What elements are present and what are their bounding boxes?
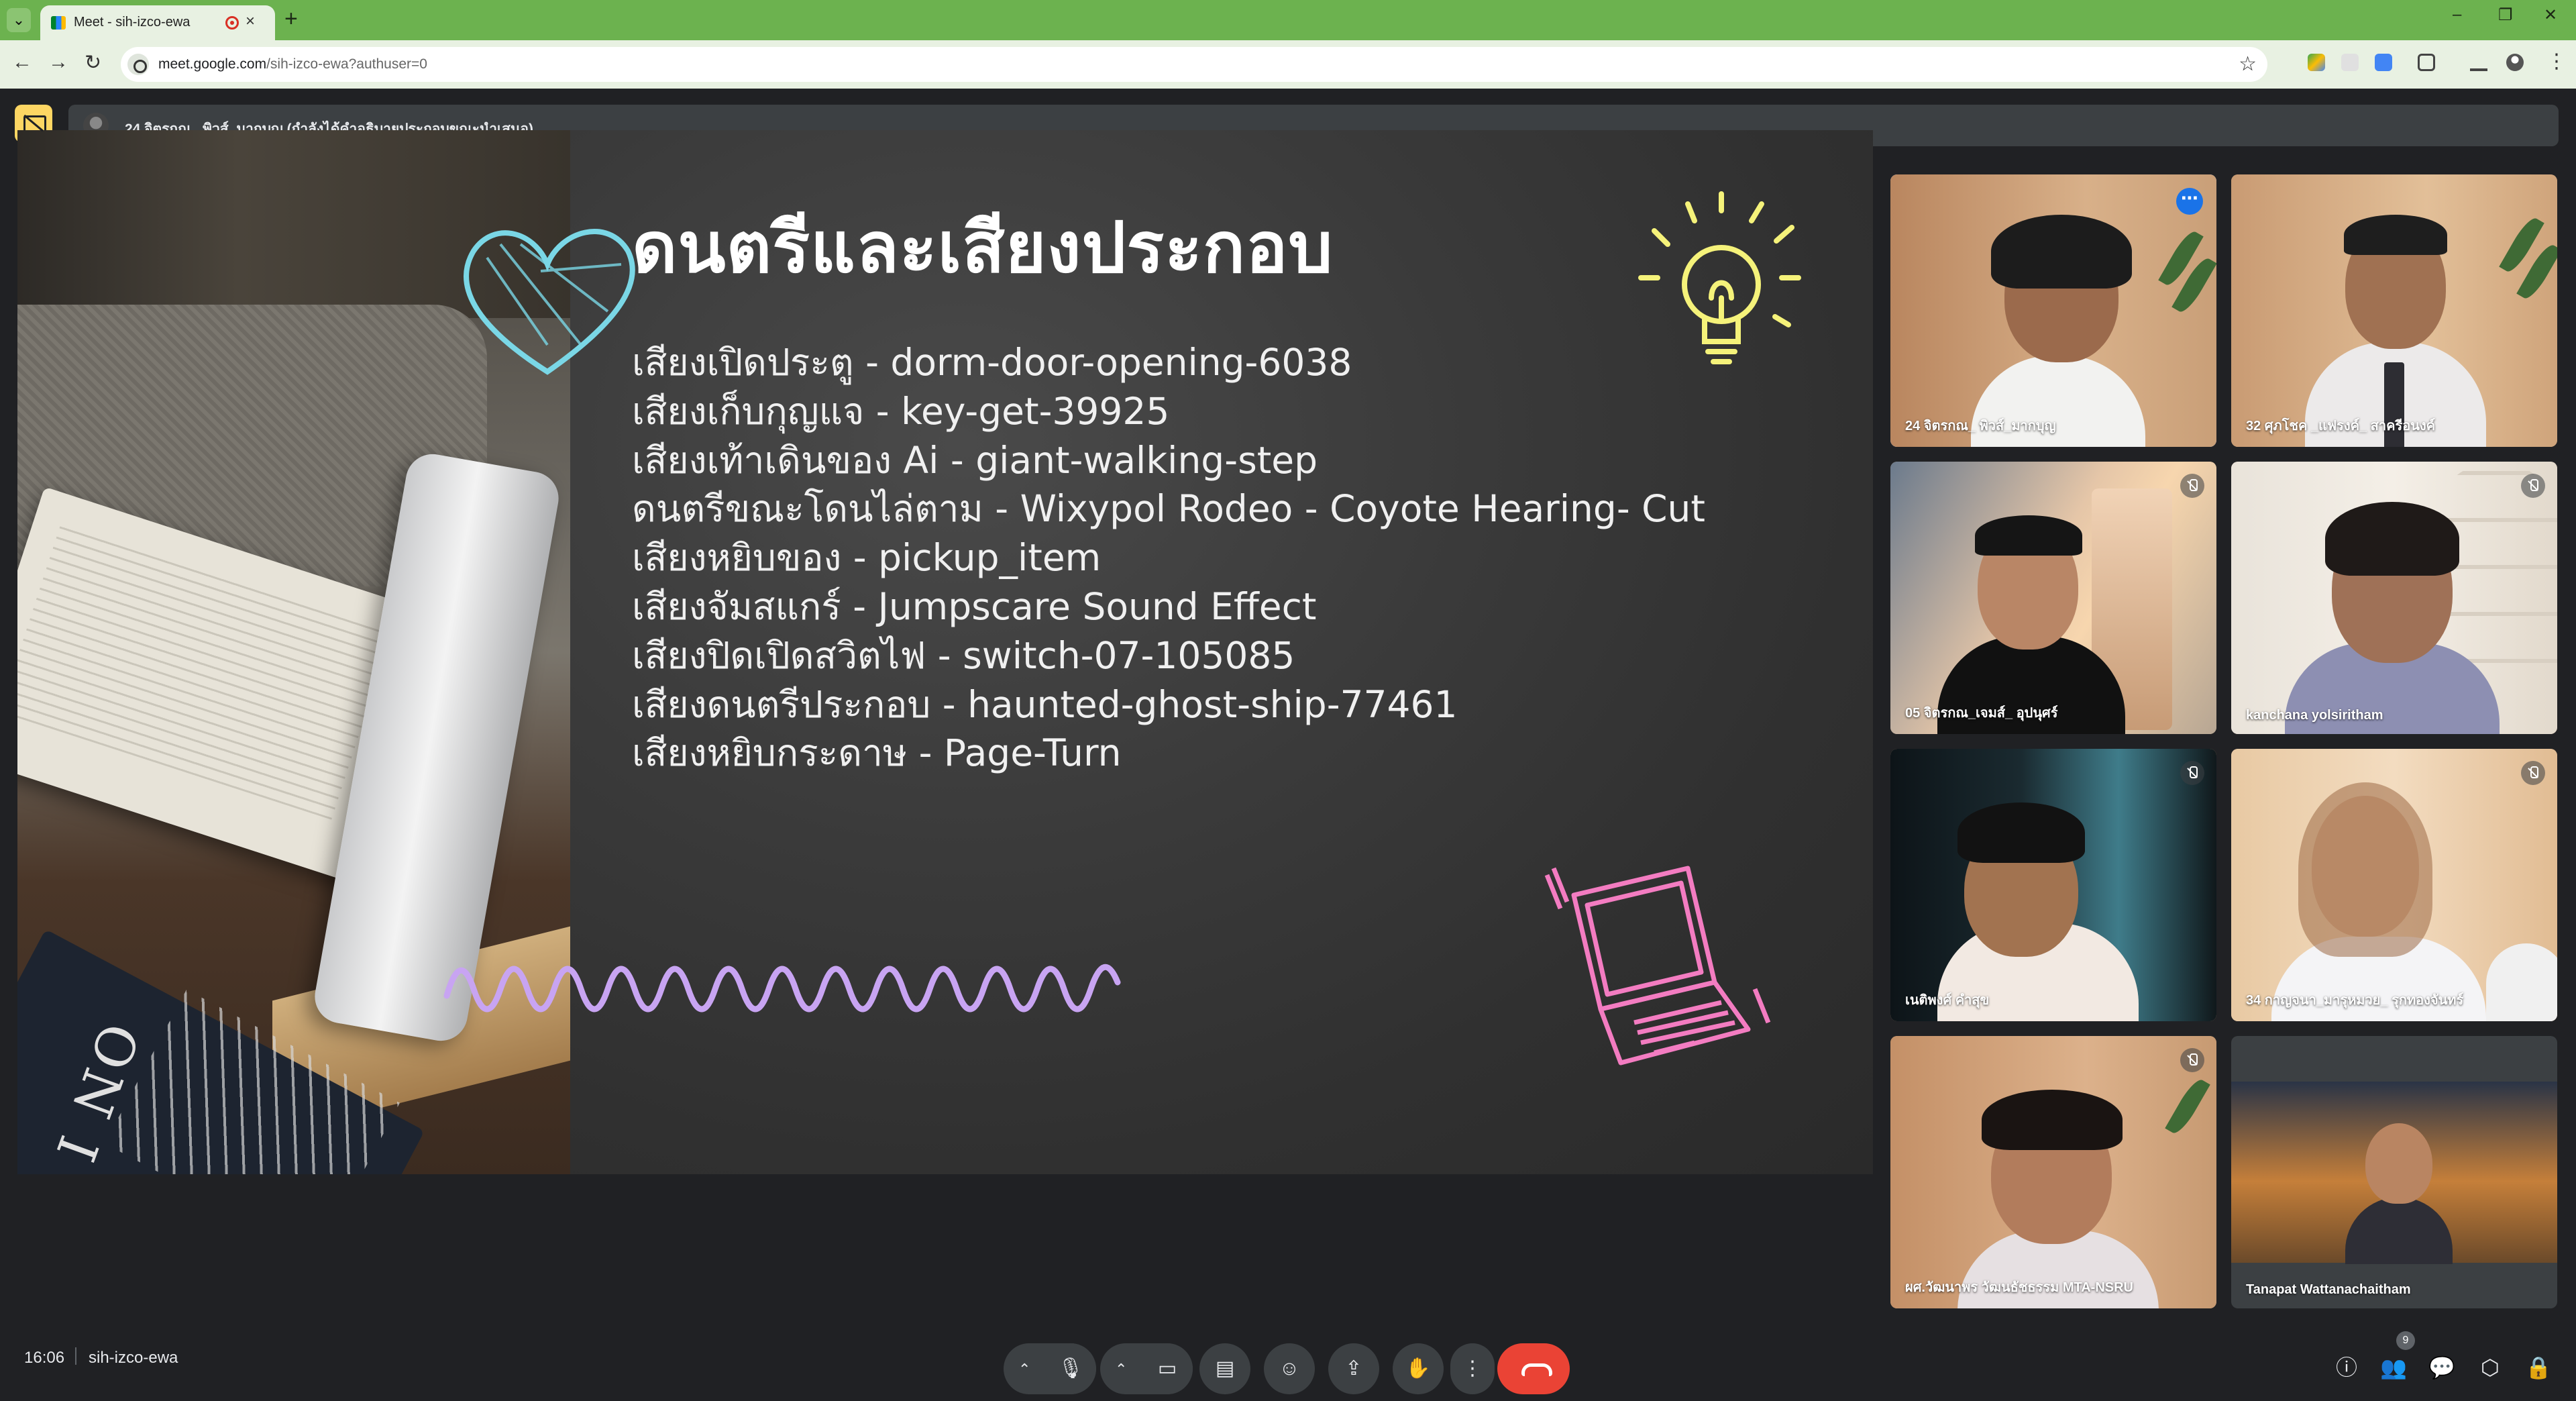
participant-name: kanchana yolsiritham bbox=[2246, 708, 2383, 723]
minimize-button[interactable]: – bbox=[2453, 5, 2461, 24]
extension-drive-icon[interactable] bbox=[2308, 54, 2325, 71]
lightbulb-doodle-icon bbox=[1638, 191, 1801, 364]
reactions-button[interactable]: ☺ bbox=[1264, 1343, 1315, 1394]
captions-button[interactable]: ▤ bbox=[1199, 1343, 1250, 1394]
more-options-button[interactable]: ⋮ bbox=[1450, 1343, 1495, 1394]
translate-extension-icon[interactable] bbox=[2375, 54, 2392, 71]
sound-item: เสียงดนตรีประกอบ - haunted-ghost-ship-77… bbox=[632, 682, 1458, 726]
participant-tile[interactable]: Tanapat Wattanachaitham bbox=[2231, 1036, 2557, 1308]
participant-tile[interactable]: 34 กาญจนา_มารุหมวย_ รุกทองจันทร์ bbox=[2231, 749, 2557, 1021]
recording-indicator-icon bbox=[225, 16, 239, 30]
address-bar[interactable]: meet.google.com/sih-izco-ewa?authuser=0 … bbox=[121, 47, 2267, 82]
mic-off-icon bbox=[2521, 761, 2545, 785]
extension-icon[interactable] bbox=[2341, 54, 2359, 71]
participant-tile[interactable]: เนติพงศ์ คำสุข bbox=[1890, 749, 2216, 1021]
meeting-info-icon[interactable]: ⓘ bbox=[2328, 1349, 2365, 1386]
url-path: /sih-izco-ewa?authuser=0 bbox=[266, 56, 427, 72]
video-options-chevron-icon[interactable]: ⌃ bbox=[1115, 1361, 1127, 1378]
participant-count-badge: 9 bbox=[2396, 1331, 2415, 1350]
sound-item: เสียงจัมสแกร์ - Jumpscare Sound Effect bbox=[632, 584, 1317, 628]
audio-controls-group: ⌃ 🎙 bbox=[1004, 1343, 1096, 1394]
close-window-button[interactable]: ✕ bbox=[2544, 5, 2557, 25]
audio-options-chevron-icon[interactable]: ⌃ bbox=[1018, 1361, 1030, 1378]
separator bbox=[75, 1347, 76, 1365]
people-icon[interactable]: 👥 bbox=[2375, 1349, 2412, 1386]
sound-item: ดนตรีขณะโดนไล่ตาม - Wixypol Rodeo - Coyo… bbox=[632, 487, 1705, 531]
sound-item: เสียงหยิบของ - pickup_item bbox=[632, 536, 1102, 580]
shared-screen: ON I ดนตรีและเสียงประกอบ เสียงเปิดประตู … bbox=[17, 130, 1873, 1174]
bookmark-star-icon[interactable]: ☆ bbox=[2239, 52, 2257, 76]
participant-name: 24 จิตรกณ_ พิวส์_มากบุญ bbox=[1905, 419, 2056, 433]
meeting-code: sih-izco-ewa bbox=[89, 1349, 178, 1367]
participant-tile[interactable]: kanchana yolsiritham bbox=[2231, 462, 2557, 734]
browser-toolbar: ← → ↻ meet.google.com/sih-izco-ewa?authu… bbox=[0, 40, 2576, 89]
wave-doodle-icon bbox=[443, 964, 1121, 1013]
tab-close-button[interactable]: × bbox=[246, 12, 255, 31]
slide-title: ดนตรีและเสียงประกอบ bbox=[632, 207, 1334, 289]
current-time: 16:06 bbox=[24, 1349, 65, 1367]
raise-hand-button[interactable]: ✋ bbox=[1393, 1343, 1444, 1394]
mic-off-icon bbox=[2180, 1048, 2204, 1072]
media-control-icon[interactable] bbox=[2470, 54, 2487, 71]
extensions-puzzle-icon[interactable] bbox=[2418, 54, 2435, 71]
participant-name: Tanapat Wattanachaitham bbox=[2246, 1282, 2411, 1297]
forward-icon[interactable]: → bbox=[48, 51, 68, 74]
participant-tile[interactable]: 05 จิตรกณ_เจมส์_ อุปนุศร์ bbox=[1890, 462, 2216, 734]
sound-item: เสียงปิดเปิดสวิตไฟ - switch-07-105085 bbox=[632, 633, 1295, 677]
mic-off-icon bbox=[2180, 474, 2204, 498]
site-info-icon[interactable] bbox=[127, 54, 149, 75]
restore-button[interactable]: ❐ bbox=[2498, 5, 2513, 25]
back-icon[interactable]: ← bbox=[12, 51, 32, 74]
laptop-doodle-icon bbox=[1544, 866, 1771, 1066]
participant-tile[interactable]: ⋯ 24 จิตรกณ_ พิวส์_มากบุญ bbox=[1890, 174, 2216, 447]
participant-name: 34 กาญจนา_มารุหมวย_ รุกทองจันทร์ bbox=[2246, 993, 2464, 1008]
camera-button[interactable]: ▭ bbox=[1142, 1343, 1193, 1394]
mic-off-icon bbox=[2521, 474, 2545, 498]
participant-name: ผศ.วัฒนาพร วัฒนธัชธรรม MTA-NSRU bbox=[1905, 1280, 2133, 1295]
tab-title: Meet - sih-izco-ewa bbox=[74, 15, 191, 30]
tab-search-button[interactable]: ⌄ bbox=[7, 8, 31, 32]
sound-item: เสียงเก็บกุญแจ - key-get-39925 bbox=[632, 389, 1170, 433]
heart-doodle-icon bbox=[464, 229, 635, 375]
sound-list: เสียงเปิดประตู - dorm-door-opening-6038 … bbox=[632, 338, 1705, 778]
chat-icon[interactable]: 💬 bbox=[2423, 1349, 2461, 1386]
microphone-button[interactable]: 🎙 bbox=[1045, 1343, 1096, 1394]
participant-name: 05 จิตรกณ_เจมส์_ อุปนุศร์ bbox=[1905, 706, 2058, 721]
url-host: meet.google.com bbox=[158, 56, 267, 72]
leave-call-button[interactable] bbox=[1497, 1343, 1570, 1394]
sound-item: เสียงหยิบกระดาษ - Page-Turn bbox=[632, 731, 1122, 775]
meet-favicon-icon bbox=[51, 16, 66, 30]
presentation-off-icon bbox=[23, 114, 44, 132]
browser-menu-icon[interactable]: ⋮ bbox=[2546, 50, 2567, 73]
active-tab[interactable]: Meet - sih-izco-ewa × bbox=[40, 5, 275, 40]
participant-tile[interactable]: 32 ศุภโชค _แฟรงค์_ สาครีอนงค์ bbox=[2231, 174, 2557, 447]
video-controls-group: ⌃ ▭ bbox=[1100, 1343, 1193, 1394]
new-tab-button[interactable]: + bbox=[284, 7, 298, 31]
sound-item: เสียงเท้าเดินของ Ai - giant-walking-step bbox=[632, 438, 1318, 482]
sound-item: เสียงเปิดประตู - dorm-door-opening-6038 bbox=[632, 341, 1352, 384]
mic-off-icon bbox=[2180, 761, 2204, 785]
participant-name: เนติพงศ์ คำสุข bbox=[1905, 993, 1990, 1008]
tab-strip: ⌄ Meet - sih-izco-ewa × + – ❐ ✕ bbox=[0, 0, 2576, 40]
present-screen-button[interactable]: ⇪ bbox=[1328, 1343, 1379, 1394]
participant-tile[interactable]: ผศ.วัฒนาพร วัฒนธัชธรรม MTA-NSRU bbox=[1890, 1036, 2216, 1308]
activities-icon[interactable]: ⬡ bbox=[2471, 1349, 2509, 1386]
url-text[interactable]: meet.google.com/sih-izco-ewa?authuser=0 bbox=[158, 56, 427, 72]
profile-avatar-icon[interactable] bbox=[2506, 54, 2524, 71]
participant-more-options-button[interactable]: ⋯ bbox=[2176, 188, 2203, 215]
host-controls-icon[interactable]: 🔒 bbox=[2520, 1349, 2557, 1386]
participant-name: 32 ศุภโชค _แฟรงค์_ สาครีอนงค์ bbox=[2246, 419, 2436, 433]
reload-icon[interactable]: ↻ bbox=[85, 51, 101, 74]
